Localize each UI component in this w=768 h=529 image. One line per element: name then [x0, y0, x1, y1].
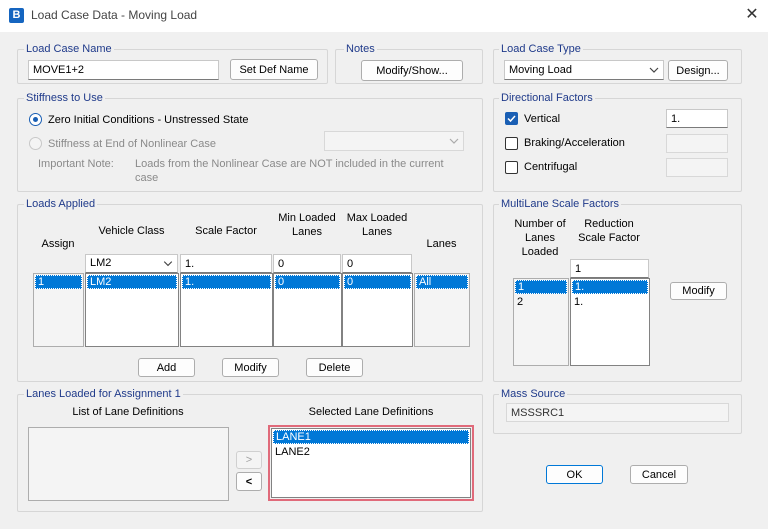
min-loaded-header: Min Loaded	[278, 212, 336, 224]
table-cell[interactable]: 0	[344, 275, 411, 289]
ok-button[interactable]: OK	[546, 465, 603, 484]
assign-column[interactable]: 1	[33, 273, 84, 347]
load-case-name-label: Load Case Name	[24, 43, 114, 56]
assign-header: Assign	[41, 238, 75, 250]
directional-factors-label: Directional Factors	[499, 92, 595, 105]
list-item[interactable]: 1	[515, 280, 567, 294]
num-lanes-column[interactable]: 1 2	[513, 278, 569, 366]
table-cell[interactable]: LM2	[87, 275, 177, 289]
max-lanes-header: Lanes	[362, 226, 392, 238]
app-icon: B	[9, 8, 24, 23]
scale-factor-header: Scale Factor	[195, 225, 257, 237]
design-button[interactable]: Design...	[668, 60, 728, 81]
lanes-loaded-label: Lanes Loaded for Assignment 1	[24, 388, 183, 401]
load-case-type-value: Moving Load	[509, 64, 572, 76]
table-cell[interactable]: 0	[275, 275, 340, 289]
mass-source-label: Mass Source	[499, 388, 568, 401]
add-button[interactable]: Add	[138, 358, 195, 377]
set-def-name-button[interactable]: Set Def Name	[230, 59, 318, 80]
important-note-text: Loads from the Nonlinear Case are NOT in…	[135, 158, 444, 170]
stiffness-label: Stiffness to Use	[24, 92, 105, 105]
lanes-column[interactable]: All	[414, 273, 470, 347]
nonlinear-radio[interactable]	[29, 137, 42, 150]
max-lanes-column[interactable]: 0	[342, 273, 413, 347]
vehicle-class-column[interactable]: LM2	[85, 273, 179, 347]
centrifugal-label: Centrifugal	[524, 161, 578, 173]
important-note-text-2: case	[135, 172, 159, 184]
loads-applied-label: Loads Applied	[24, 198, 98, 211]
centrifugal-checkbox[interactable]	[505, 161, 518, 174]
list-item[interactable]: 2	[514, 295, 568, 309]
close-icon[interactable]: ✕	[742, 3, 762, 27]
vehicle-class-edit-value: LM2	[90, 257, 112, 269]
vertical-label: Vertical	[524, 113, 561, 125]
max-loaded-header: Max Loaded	[346, 212, 408, 224]
list-lane-defs-header: List of Lane Definitions	[72, 406, 184, 418]
list-item[interactable]: LANE1	[273, 430, 469, 444]
num-lanes-header-1: Number of	[514, 218, 566, 230]
reduction-factor-input[interactable]	[570, 259, 649, 278]
delete-button[interactable]: Delete	[306, 358, 363, 377]
load-case-type-select[interactable]: Moving Load	[504, 60, 664, 80]
scale-factor-input[interactable]	[180, 254, 272, 273]
num-lanes-header-2: Lanes	[525, 232, 555, 244]
vertical-checkbox[interactable]	[505, 112, 518, 125]
nonlinear-label: Stiffness at End of Nonlinear Case	[48, 138, 216, 150]
notes-label: Notes	[344, 43, 377, 56]
window-title: Load Case Data - Moving Load	[31, 8, 198, 22]
reduction-factor-column[interactable]: 1. 1.	[570, 278, 650, 366]
vehicle-class-header: Vehicle Class	[98, 225, 165, 237]
min-lanes-input[interactable]	[273, 254, 341, 273]
checkmark-icon	[507, 115, 516, 123]
braking-label: Braking/Acceleration	[524, 137, 625, 149]
table-cell[interactable]: All	[416, 275, 468, 289]
centrifugal-factor-input[interactable]	[666, 158, 728, 177]
multilane-modify-button[interactable]: Modify	[670, 282, 727, 300]
zero-initial-label: Zero Initial Conditions - Unstressed Sta…	[48, 114, 249, 126]
multilane-label: MultiLane Scale Factors	[499, 198, 621, 211]
table-cell[interactable]: 1.	[182, 275, 271, 289]
braking-factor-input[interactable]	[666, 134, 728, 153]
num-lanes-header-3: Loaded	[521, 246, 559, 258]
min-lanes-header: Lanes	[292, 226, 322, 238]
add-lane-arrow-button[interactable]: >	[236, 451, 262, 469]
list-item[interactable]: LANE2	[272, 445, 470, 459]
cancel-button[interactable]: Cancel	[630, 465, 688, 484]
scale-factor-column[interactable]: 1.	[180, 273, 273, 347]
reduction-header-2: Scale Factor	[578, 232, 640, 244]
chevron-down-icon	[163, 261, 173, 267]
modify-show-button[interactable]: Modify/Show...	[361, 60, 463, 81]
reduction-header-1: Reduction	[584, 218, 634, 230]
nonlinear-case-select[interactable]	[324, 131, 464, 151]
vehicle-class-select[interactable]: LM2	[85, 254, 178, 273]
remove-lane-arrow-button[interactable]: <	[236, 472, 262, 491]
min-lanes-column[interactable]: 0	[273, 273, 342, 347]
lanes-header: Lanes	[426, 238, 457, 250]
table-row[interactable]: 1	[35, 275, 82, 289]
modify-button[interactable]: Modify	[222, 358, 279, 377]
chevron-down-icon	[449, 138, 459, 144]
max-lanes-input[interactable]	[342, 254, 412, 273]
title-bar: B Load Case Data - Moving Load ✕	[0, 0, 768, 32]
vertical-factor-input[interactable]	[666, 109, 728, 128]
list-item[interactable]: 1.	[572, 280, 648, 294]
important-note-label: Important Note:	[38, 158, 114, 170]
load-case-name-input[interactable]	[28, 60, 219, 80]
lane-definitions-list[interactable]	[28, 427, 229, 501]
chevron-down-icon	[649, 67, 659, 73]
mass-source-input[interactable]	[506, 403, 729, 422]
selected-lanes-list[interactable]: LANE1 LANE2	[271, 428, 471, 498]
load-case-type-label: Load Case Type	[499, 43, 583, 56]
selected-lane-defs-header: Selected Lane Definitions	[308, 406, 434, 418]
list-item[interactable]: 1.	[571, 295, 649, 309]
zero-initial-radio[interactable]	[29, 113, 42, 126]
braking-checkbox[interactable]	[505, 137, 518, 150]
